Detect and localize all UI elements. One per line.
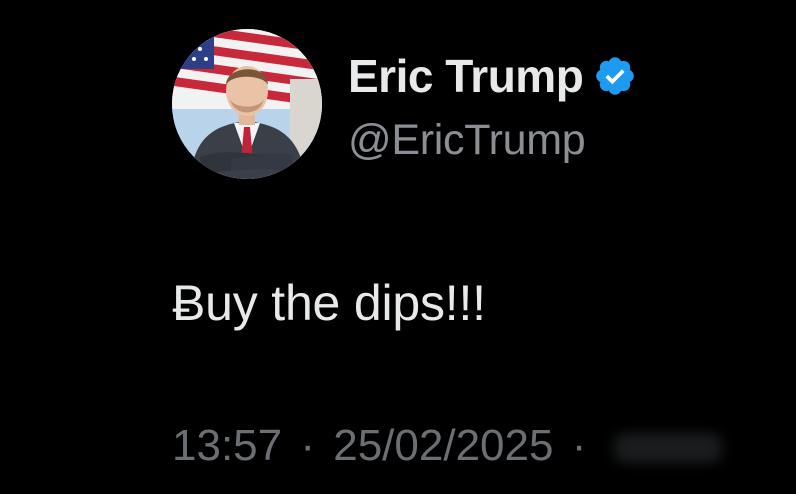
tweet-date[interactable]: 25/02/2025 bbox=[333, 421, 553, 470]
profile-avatar[interactable] bbox=[172, 29, 322, 179]
blurred-view-count bbox=[612, 433, 723, 464]
verified-badge-icon[interactable] bbox=[593, 54, 637, 98]
tweet-time[interactable]: 13:57 bbox=[172, 421, 282, 470]
meta-separator: · bbox=[300, 421, 315, 470]
author-handle[interactable]: @EricTrump bbox=[348, 114, 586, 166]
author-display-name[interactable]: Eric Trump bbox=[348, 48, 584, 104]
profile-photo-icon bbox=[172, 29, 322, 179]
tweet-body-text: Ƀuy the dips!!! bbox=[172, 275, 486, 331]
author-name-row[interactable]: Eric Trump bbox=[348, 48, 637, 104]
tweet-card: Eric Trump @EricTrump Ƀuy the dips!!! 13… bbox=[0, 0, 796, 494]
meta-separator-2: · bbox=[571, 421, 587, 470]
tweet-metadata: 13:57 · 25/02/2025 · bbox=[172, 418, 723, 474]
